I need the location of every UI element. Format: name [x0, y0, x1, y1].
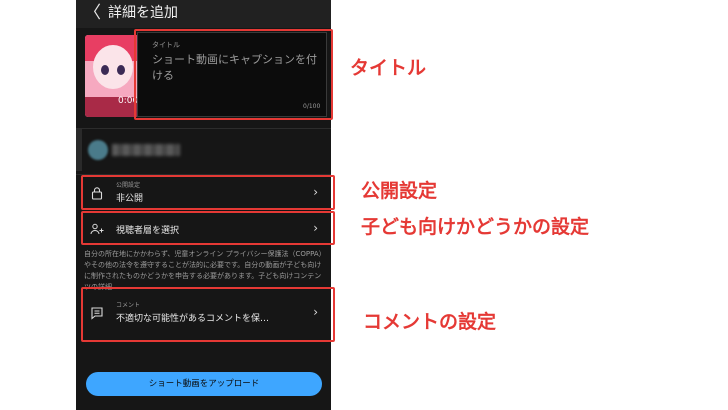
comment-highlight-box	[81, 287, 335, 342]
annotation-title: タイトル	[350, 57, 427, 79]
side-marker	[76, 129, 82, 171]
upload-short-button[interactable]: ショート動画をアップロード	[86, 372, 322, 396]
audience-highlight-box	[81, 211, 335, 245]
title-highlight-box	[134, 29, 333, 120]
annotation-audience: 子ども向けかどうかの設定	[361, 216, 590, 238]
page-title: 詳細を追加	[108, 5, 178, 21]
header-bar: 〈 詳細を追加	[76, 0, 331, 28]
visibility-highlight-box	[81, 175, 335, 210]
back-icon[interactable]: 〈	[84, 2, 101, 24]
divider	[76, 128, 331, 129]
channel-name-blurred	[112, 144, 180, 156]
channel-avatar	[88, 140, 108, 160]
annotation-visibility: 公開設定	[361, 180, 438, 202]
annotation-comments: コメントの設定	[363, 311, 497, 333]
